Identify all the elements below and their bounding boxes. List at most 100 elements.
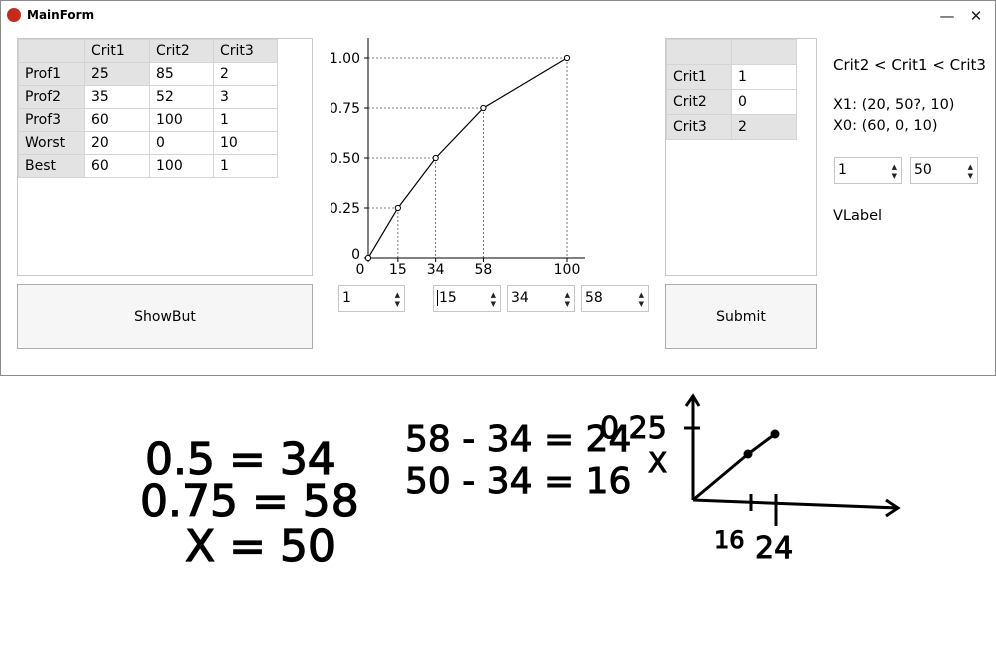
sketch-y-axis [684,393,701,500]
breakpoint-spinner-1[interactable]: 1 ▲ ▼ [338,285,405,312]
spin-up-icon[interactable]: ▲ [968,164,973,171]
app-icon [7,8,21,22]
table-row: Crit2 0 [666,89,797,115]
table-cell[interactable]: 52 [149,85,214,109]
table-cell[interactable]: 0 [149,131,214,155]
table-cell[interactable]: 0 [731,89,797,115]
table-cell[interactable]: 2 [213,62,278,86]
breakpoint-spinner-4[interactable]: 58 ▲ ▼ [581,285,649,312]
spinner-value: 15 [437,290,457,306]
y-tick-label: 0 [351,247,360,263]
spinner-value: 58 [585,290,603,306]
y-tick-label: 1.00 [331,51,360,67]
submit-button[interactable]: Submit [665,284,817,349]
table-cell[interactable]: 60 [84,154,150,178]
spin-up-icon[interactable]: ▲ [639,292,644,299]
spin-down-icon[interactable]: ▼ [892,173,897,180]
close-button[interactable]: ✕ [962,1,990,31]
note-line: 58 - 34 = 24 [405,419,631,460]
sketch-point [743,449,753,459]
y-tick-label: 0.75 [331,101,360,117]
x-tick-label: 58 [475,262,493,278]
profiles-grid: Crit1 Crit2 Crit3 Prof1 25 85 2 Prof2 35… [18,39,278,178]
spin-up-icon[interactable]: ▲ [565,292,570,299]
table-cell[interactable]: 85 [149,62,214,86]
table-cell[interactable]: 2 [731,114,797,140]
table-row: Prof3 60 100 1 [18,108,278,132]
note-line: X = 50 [185,521,336,572]
table-cell[interactable]: 100 [149,108,214,132]
row-header[interactable]: Prof1 [18,62,85,86]
x-tick-label: 15 [389,262,407,278]
chart-point [394,204,401,212]
table-row: Crit1 1 [666,64,797,90]
v-label: VLabel [833,208,883,224]
profiles-grid-panel: Crit1 Crit2 Crit3 Prof1 25 85 2 Prof2 35… [17,38,313,276]
x1-label: X1: (20, 50?, 10) [833,97,955,113]
row-header[interactable]: Crit3 [666,114,732,140]
spin-up-icon[interactable]: ▲ [892,164,897,171]
row-header[interactable]: Crit1 [666,64,732,90]
chart-point [432,154,439,162]
note-line: 24 [755,531,793,566]
weights-grid-panel: Crit1 1 Crit2 0 Crit3 2 [665,38,817,276]
value-spinner[interactable]: 50 ▲ ▼ [910,157,978,184]
minimize-button[interactable]: — [933,1,961,31]
spin-up-icon[interactable]: ▲ [395,292,400,299]
column-header[interactable]: Crit3 [213,39,278,63]
table-cell[interactable]: 100 [149,154,214,178]
spin-down-icon[interactable]: ▼ [565,301,570,308]
x0-label: X0: (60, 0, 10) [833,118,938,134]
table-cell[interactable]: 1 [213,108,278,132]
column-header[interactable] [731,39,797,65]
table-cell[interactable]: 1 [213,154,278,178]
row-header[interactable]: Prof2 [18,85,85,109]
criteria-order-label: Crit2 < Crit1 < Crit3 [833,56,986,74]
criterion-spinner[interactable]: 1 ▲ ▼ [834,157,902,184]
sketch-x-axis [692,498,901,518]
spin-up-icon[interactable]: ▲ [491,292,496,299]
spin-down-icon[interactable]: ▼ [639,301,644,308]
table-cell[interactable]: 60 [84,108,150,132]
spin-down-icon[interactable]: ▼ [491,301,496,308]
table-row: Prof2 35 52 3 [18,85,278,109]
window-title: MainForm [27,8,95,22]
table-cell[interactable]: 35 [84,85,150,109]
grid-corner-cell [18,39,85,63]
column-header[interactable]: Crit2 [149,39,214,63]
table-row: Worst 20 0 10 [18,131,278,155]
breakpoint-spinner-3[interactable]: 34 ▲ ▼ [507,285,575,312]
grid-header-row: Crit1 Crit2 Crit3 [18,39,278,63]
chart-point [364,254,372,262]
x-tick-label: 0 [356,262,365,278]
row-header[interactable]: Best [18,154,85,178]
sketch-point [770,429,780,439]
spinner-value: 50 [914,162,932,178]
spin-down-icon[interactable]: ▼ [968,173,973,180]
y-tick-label: 0.50 [331,151,360,167]
table-row: Prof1 25 85 2 [18,62,278,86]
row-header[interactable]: Crit2 [666,89,732,115]
table-row: Best 60 100 1 [18,154,278,178]
table-cell[interactable]: 25 [84,62,150,86]
x-tick-label: 100 [554,262,581,278]
weights-grid: Crit1 1 Crit2 0 Crit3 2 [666,39,797,140]
row-header[interactable]: Prof3 [18,108,85,132]
breakpoint-spinner-2[interactable]: 15 ▲ ▼ [433,285,501,312]
show-button[interactable]: ShowBut [17,284,313,349]
grid-header-row [666,39,797,65]
value-function-chart: 0 15 34 58 100 0 0.25 0.50 0.75 1.00 [331,38,585,278]
column-header[interactable]: Crit1 [84,39,150,63]
row-header[interactable]: Worst [18,131,85,155]
table-cell[interactable]: 3 [213,85,278,109]
grid-corner-cell [666,39,732,65]
chart-point [480,104,487,112]
handwritten-notes: 0.5 = 34 0.75 = 58 X = 50 58 - 34 = 24 5… [139,393,901,573]
spinner-value: 34 [511,290,529,306]
spin-down-icon[interactable]: ▼ [395,301,400,308]
table-cell[interactable]: 20 [84,131,150,155]
spinner-value: 1 [342,290,351,306]
table-cell[interactable]: 1 [731,64,797,90]
y-tick-label: 0.25 [331,201,360,217]
table-cell[interactable]: 10 [213,131,278,155]
